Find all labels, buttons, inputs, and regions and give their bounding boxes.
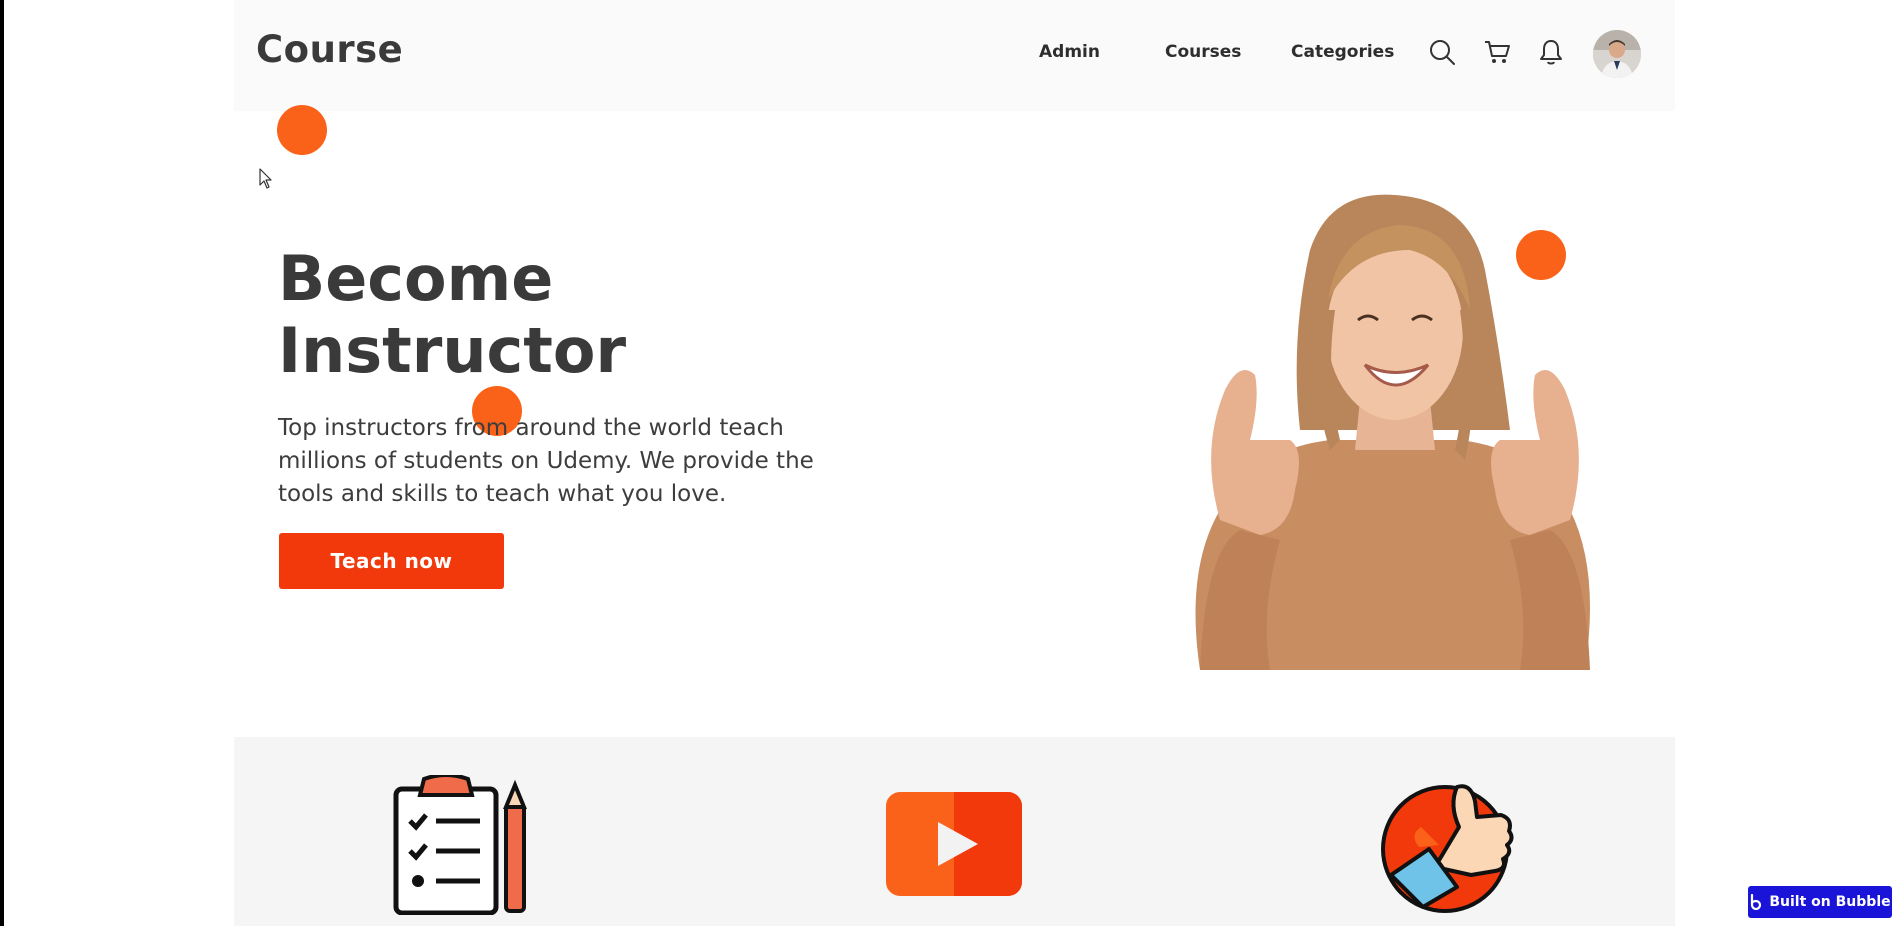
- teach-now-button[interactable]: Teach now: [279, 533, 504, 589]
- hero-title: Become Instructor: [278, 243, 738, 387]
- hero-title-line-1: Become: [278, 242, 554, 315]
- user-avatar[interactable]: [1593, 30, 1641, 78]
- cart-icon[interactable]: [1483, 38, 1511, 66]
- avatar-image: [1593, 30, 1641, 78]
- hero-title-line-2: Instructor: [278, 314, 627, 387]
- search-icon[interactable]: [1428, 38, 1456, 66]
- play-video-icon: [886, 792, 1022, 896]
- nav-admin[interactable]: Admin: [1039, 42, 1100, 62]
- thumbs-up-icon: [1381, 784, 1514, 913]
- nav-categories[interactable]: Categories: [1291, 42, 1394, 62]
- bubble-badge-label: Built on Bubble: [1769, 894, 1891, 910]
- bubble-logo-icon: [1751, 894, 1762, 910]
- hero-description: Top instructors from around the world te…: [278, 415, 814, 507]
- site-logo[interactable]: Course: [256, 28, 403, 71]
- built-on-bubble-badge[interactable]: Built on Bubble: [1748, 886, 1892, 918]
- mouse-cursor-icon: [259, 168, 272, 189]
- window-left-edge: [0, 0, 4, 926]
- top-navbar: Course Admin Courses Categories: [234, 0, 1675, 111]
- features-strip: [234, 737, 1675, 926]
- bell-icon[interactable]: [1537, 38, 1565, 66]
- decorative-dot: [277, 105, 327, 155]
- clipboard-checklist-icon: [393, 775, 527, 915]
- hero-woman-thumbs-up-image: [1195, 194, 1590, 670]
- nav-courses[interactable]: Courses: [1165, 42, 1241, 62]
